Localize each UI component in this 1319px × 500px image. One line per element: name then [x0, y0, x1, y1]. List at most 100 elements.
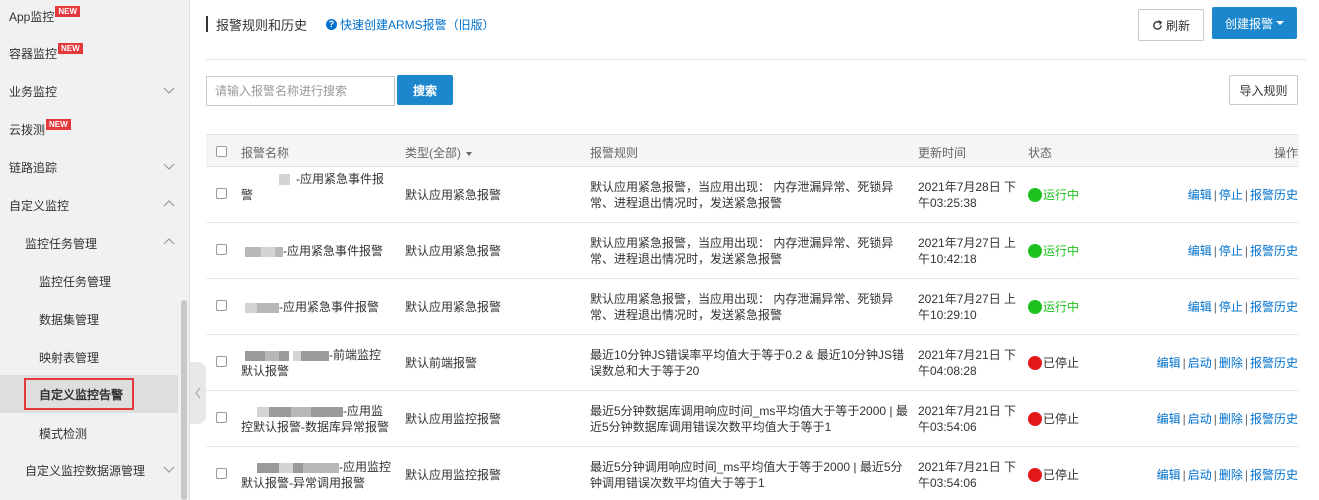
quick-create-arms-link[interactable]: ? 快速创建ARMS报警（旧版）: [326, 16, 495, 33]
highlight-box: [24, 378, 134, 410]
status-text: 已停止: [1043, 468, 1080, 482]
alert-rule: 默认应用紧急报警，当应用出现： 内存泄漏异常、死锁异常、进程退出情况时，发送紧急…: [590, 180, 894, 210]
updated-time: 2021年7月28日 下午03:25:38: [918, 180, 1017, 210]
edit-link[interactable]: 编辑: [1157, 412, 1181, 426]
redacted-block: [275, 246, 283, 257]
status-stopped-icon: [1028, 412, 1042, 426]
sidebar-item-custom-monitor[interactable]: 自定义监控: [0, 186, 178, 224]
redacted-block: [257, 406, 269, 417]
stop-link[interactable]: 停止: [1219, 244, 1243, 258]
history-link[interactable]: 报警历史: [1250, 356, 1298, 370]
search-input[interactable]: [206, 76, 395, 106]
stop-link[interactable]: 停止: [1219, 300, 1243, 314]
sidebar-item-task-management-group[interactable]: 监控任务管理: [0, 224, 178, 262]
edit-link[interactable]: 编辑: [1188, 244, 1212, 258]
sidebar-scrollbar[interactable]: [181, 300, 187, 500]
row-checkbox[interactable]: [216, 356, 227, 367]
history-link[interactable]: 报警历史: [1250, 244, 1298, 258]
new-badge: NEW: [46, 118, 71, 130]
alert-rule: 最近5分钟数据库调用响应时间_ms平均值大于等于2000 | 最近5分钟数据库调…: [590, 404, 908, 434]
status-text: 运行中: [1043, 188, 1080, 202]
sidebar-collapse-handle[interactable]: [190, 362, 206, 424]
status-badge: 已停止: [1028, 355, 1079, 371]
sidebar-item-label: 模式检测: [39, 426, 88, 441]
redacted-block: [261, 246, 275, 257]
refresh-label: 刷新: [1165, 18, 1190, 33]
alert-name-text: -应用紧急事件报警: [283, 244, 383, 258]
redacted-block: [265, 350, 279, 361]
row-checkbox[interactable]: [216, 468, 227, 479]
sidebar-item-pattern-detection[interactable]: 模式检测: [0, 414, 178, 452]
status-badge: 运行中: [1028, 243, 1079, 259]
edit-link[interactable]: 编辑: [1157, 356, 1181, 370]
alert-type: 默认应用紧急报警: [405, 188, 502, 202]
status-badge: 已停止: [1028, 467, 1079, 483]
row-actions: 编辑 | 停止 | 报警历史: [1187, 244, 1298, 258]
updated-time: 2021年7月21日 下午04:08:28: [918, 348, 1017, 378]
sidebar-item-datasource-management[interactable]: 自定义监控数据源管理: [0, 451, 178, 489]
history-link[interactable]: 报警历史: [1250, 412, 1298, 426]
delete-link[interactable]: 删除: [1219, 356, 1243, 370]
sidebar-item-synthetic-test[interactable]: 云拨测 NEW: [0, 110, 178, 148]
history-link[interactable]: 报警历史: [1250, 468, 1298, 482]
sidebar-item-label: 数据集管理: [39, 312, 100, 327]
alert-name: -前端监控默认报警: [241, 347, 391, 379]
edit-link[interactable]: 编辑: [1188, 188, 1212, 202]
create-alert-button[interactable]: 创建报警: [1212, 7, 1297, 39]
edit-link[interactable]: 编辑: [1157, 468, 1181, 482]
sidebar-item-mapping-table[interactable]: 映射表管理: [0, 338, 178, 376]
sidebar-item-app-monitor[interactable]: App监控 NEW: [0, 0, 178, 35]
updated-time: 2021年7月27日 上午10:29:10: [918, 292, 1017, 322]
redacted-block: [303, 462, 339, 473]
alert-name: -应用紧急事件报警: [241, 243, 391, 259]
new-badge: NEW: [58, 42, 83, 54]
updated-time: 2021年7月21日 下午03:54:06: [918, 460, 1017, 490]
table-row: -应用监控默认报警-异常调用报警 默认应用监控报警 最近5分钟调用响应时间_ms…: [206, 447, 1299, 500]
sidebar-item-business-monitor[interactable]: 业务监控: [0, 72, 178, 110]
alert-type: 默认应用紧急报警: [405, 300, 502, 314]
sidebar-item-task-management[interactable]: 监控任务管理: [0, 262, 178, 300]
delete-link[interactable]: 删除: [1219, 412, 1243, 426]
start-link[interactable]: 启动: [1188, 412, 1212, 426]
row-actions: 编辑 | 停止 | 报警历史: [1187, 188, 1298, 202]
edit-link[interactable]: 编辑: [1188, 300, 1212, 314]
start-link[interactable]: 启动: [1188, 468, 1212, 482]
row-checkbox[interactable]: [216, 300, 227, 311]
table-header: 报警名称 类型(全部) 报警规则 更新时间 状态 操作: [206, 135, 1299, 167]
status-badge: 运行中: [1028, 299, 1079, 315]
row-checkbox[interactable]: [216, 244, 227, 255]
redacted-block: [279, 462, 293, 473]
alert-name: -应用监控默认报警-数据库异常报警: [241, 403, 391, 435]
sidebar-item-label: 监控任务管理: [25, 236, 98, 251]
row-checkbox[interactable]: [216, 412, 227, 423]
import-rules-button[interactable]: 导入规则: [1229, 75, 1298, 105]
select-all-checkbox[interactable]: [216, 146, 227, 157]
column-header-type[interactable]: 类型(全部): [405, 144, 472, 161]
sidebar-item-dataset-management[interactable]: 数据集管理: [0, 300, 178, 338]
quick-create-label: 快速创建ARMS报警（旧版）: [340, 18, 495, 32]
column-header-name: 报警名称: [241, 146, 290, 160]
search-button[interactable]: 搜索: [397, 75, 453, 105]
sidebar-item-label: 监控任务管理: [39, 274, 112, 289]
redacted-block: [245, 350, 265, 361]
sidebar-item-tracing[interactable]: 链路追踪: [0, 148, 178, 186]
column-header-updated: 更新时间: [918, 146, 967, 160]
history-link[interactable]: 报警历史: [1250, 300, 1298, 314]
column-header-status: 状态: [1028, 146, 1053, 160]
create-alert-label: 创建报警: [1224, 16, 1273, 31]
start-link[interactable]: 启动: [1188, 356, 1212, 370]
status-text: 已停止: [1043, 356, 1080, 370]
table-row: -应用紧急事件报警 默认应用紧急报警 默认应用紧急报警，当应用出现： 内存泄漏异…: [206, 279, 1299, 335]
chevron-down-icon: [163, 163, 175, 170]
alert-type: 默认应用监控报警: [405, 412, 502, 426]
chevron-down-icon: [163, 466, 175, 473]
delete-link[interactable]: 删除: [1219, 468, 1243, 482]
sidebar-item-container-monitor[interactable]: 容器监控 NEW: [0, 34, 178, 72]
redacted-block: [245, 302, 257, 313]
refresh-button[interactable]: 刷新: [1138, 9, 1204, 41]
alert-rule: 默认应用紧急报警，当应用出现： 内存泄漏异常、死锁异常、进程退出情况时，发送紧急…: [590, 292, 894, 322]
redacted-block: [269, 406, 291, 417]
row-checkbox[interactable]: [216, 188, 227, 199]
history-link[interactable]: 报警历史: [1250, 188, 1298, 202]
stop-link[interactable]: 停止: [1219, 188, 1243, 202]
